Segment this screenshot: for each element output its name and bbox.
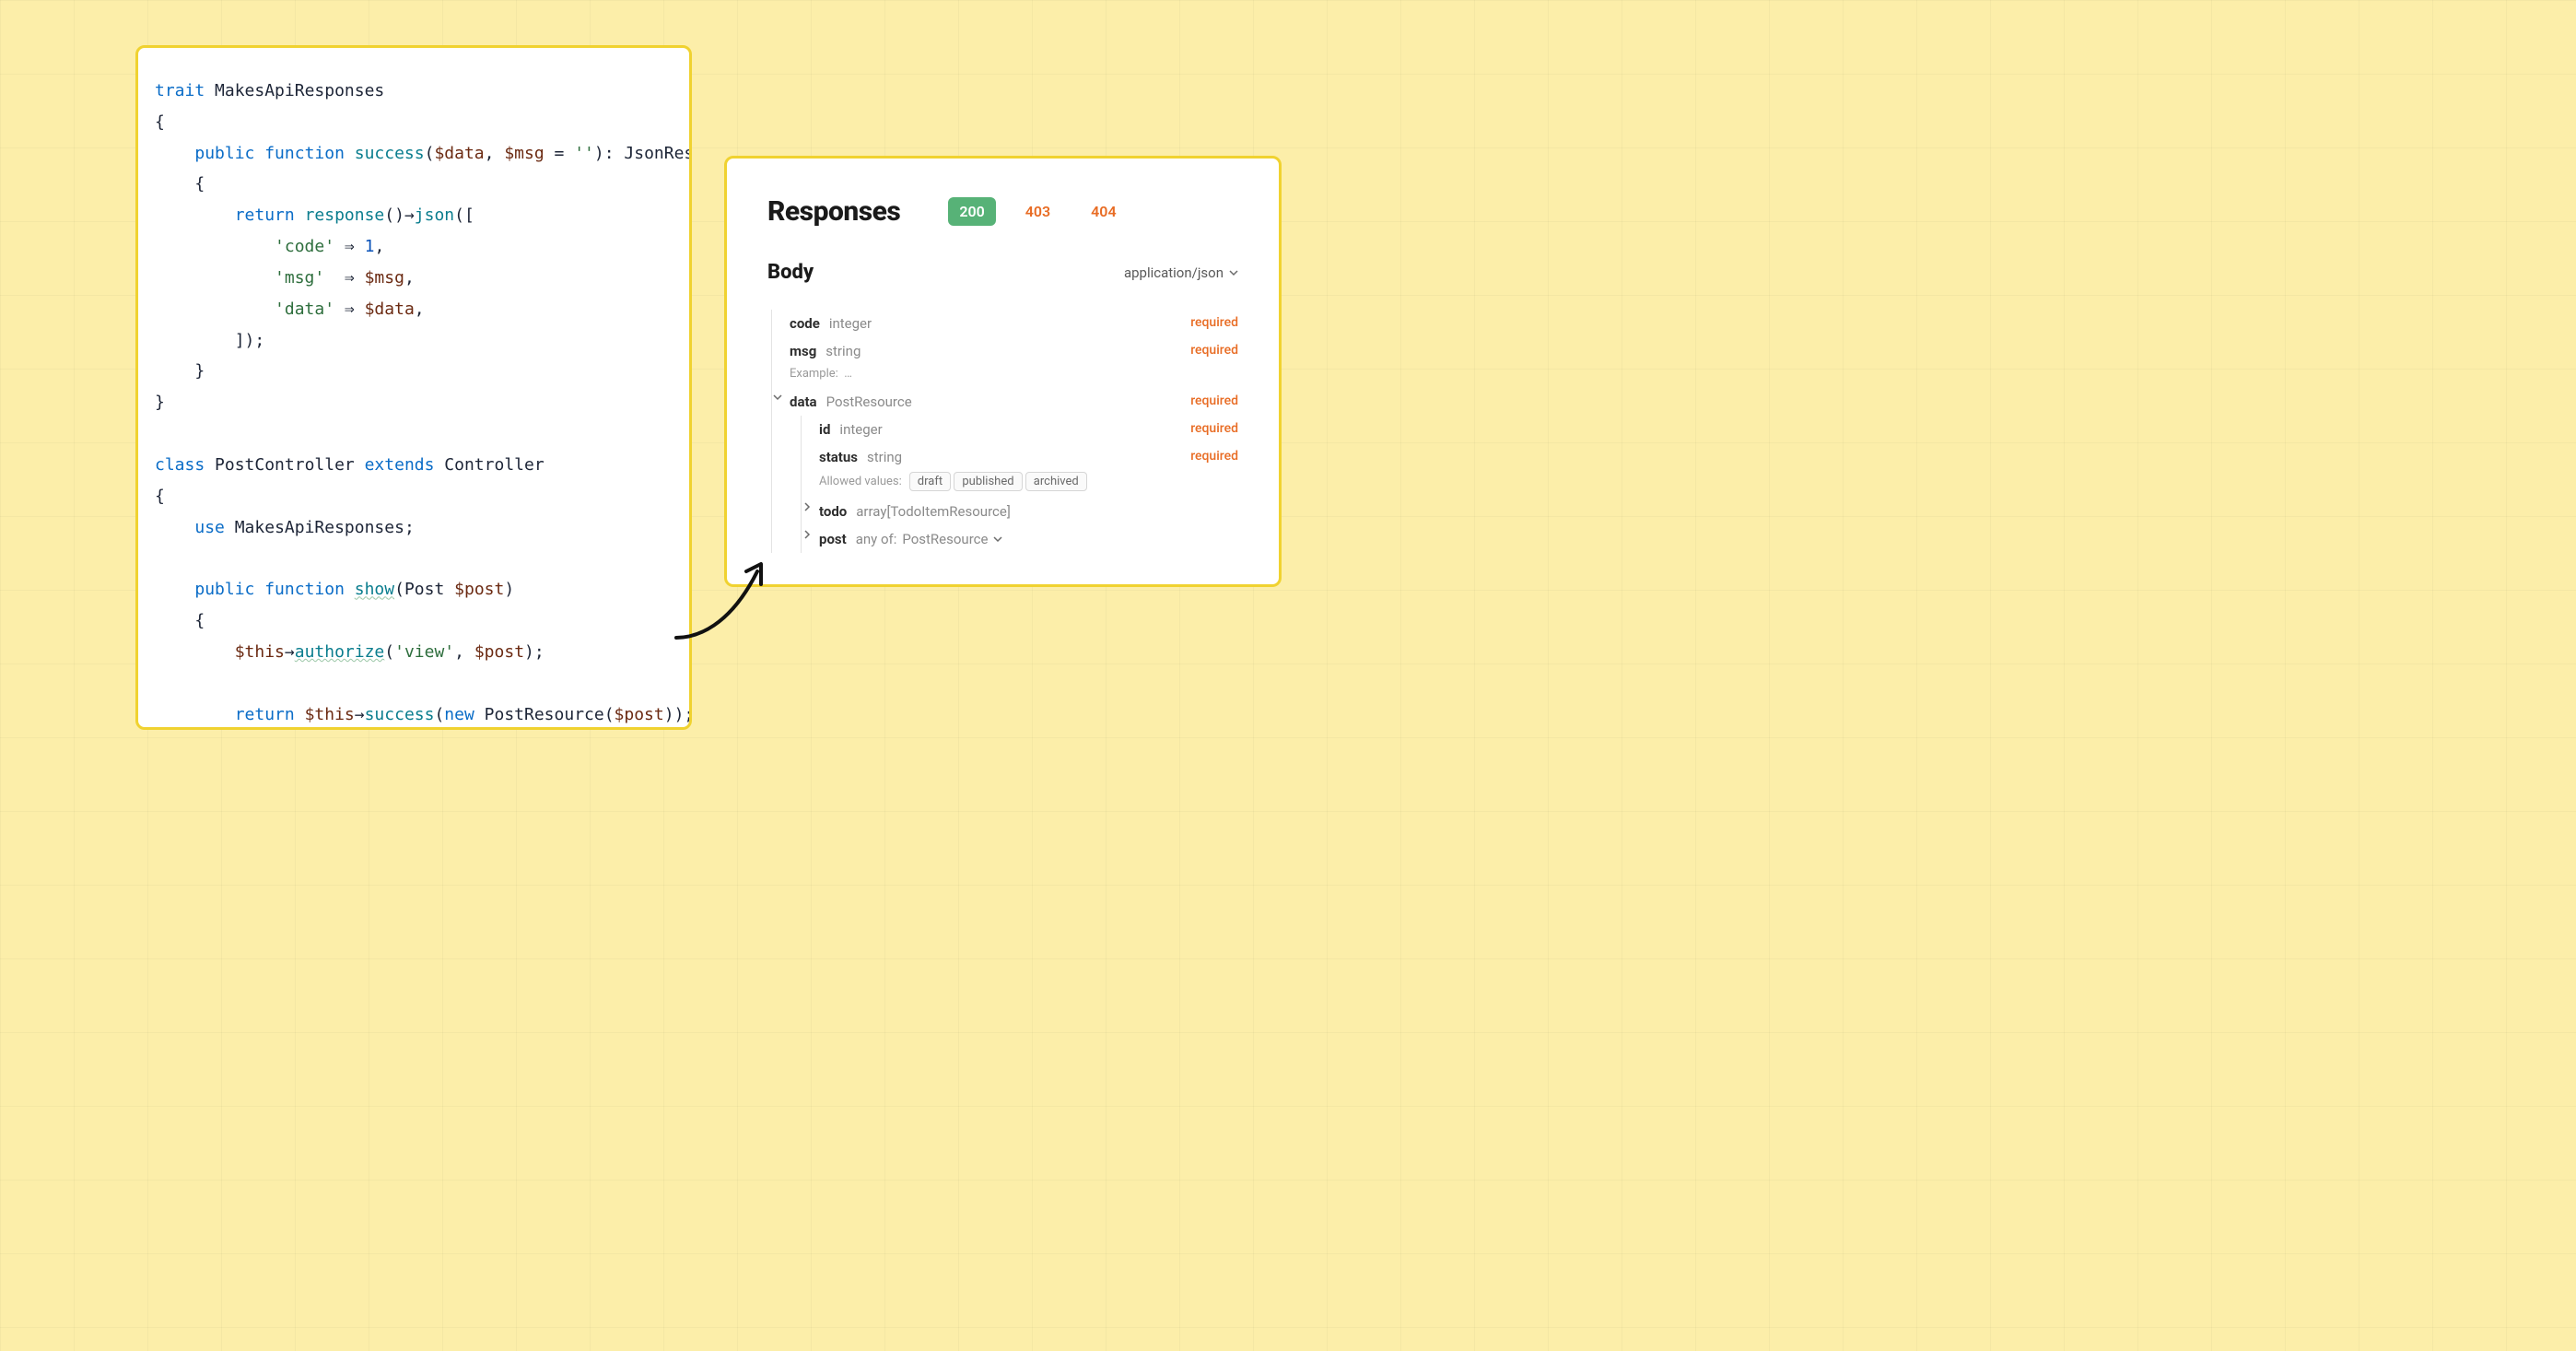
- required-badge: required: [1190, 343, 1238, 358]
- allowed-values-row: Allowed values: draft published archived: [767, 475, 1238, 488]
- schema-field-msg: msg string required: [767, 337, 1238, 365]
- field-name: id: [819, 421, 830, 438]
- status-tab-404[interactable]: 404: [1080, 197, 1127, 226]
- field-name: data: [790, 394, 817, 410]
- field-name: code: [790, 315, 820, 332]
- allowed-value-pill: draft: [909, 472, 951, 491]
- field-type: integer: [839, 421, 882, 438]
- status-tab-403[interactable]: 403: [1014, 197, 1061, 226]
- field-type: PostResource: [826, 394, 912, 410]
- chevron-down-icon[interactable]: [771, 392, 784, 405]
- code-editor-panel: trait MakesApiResponses { public functio…: [135, 45, 692, 730]
- example-row: Example: …: [767, 367, 1238, 381]
- schema-field-todo[interactable]: todo array[TodoItemResource]: [767, 498, 1238, 525]
- body-title: Body: [767, 261, 814, 284]
- content-type-selector[interactable]: application/json: [1124, 264, 1238, 281]
- status-code-tabs: 200 403 404: [948, 197, 1127, 226]
- responses-title: Responses: [767, 195, 900, 228]
- required-badge: required: [1190, 315, 1238, 330]
- required-badge: required: [1190, 449, 1238, 464]
- code-block: trait MakesApiResponses { public functio…: [155, 76, 673, 730]
- schema-field-id: id integer required: [767, 416, 1238, 443]
- responses-panel: Responses 200 403 404 Body application/jso…: [724, 156, 1282, 587]
- field-type: string: [867, 449, 902, 465]
- field-type: array[TodoItemResource]: [856, 503, 1011, 520]
- field-name: post: [819, 531, 847, 547]
- required-badge: required: [1190, 394, 1238, 408]
- field-name: status: [819, 449, 858, 465]
- chevron-down-icon: [993, 535, 1002, 544]
- chevron-right-icon[interactable]: [801, 529, 814, 543]
- chevron-down-icon: [1229, 268, 1238, 277]
- schema-field-post[interactable]: post any of: PostResource: [767, 525, 1238, 553]
- schema-tree: code integer required msg string require…: [767, 310, 1238, 553]
- schema-field-status: status string required: [767, 443, 1238, 471]
- required-badge: required: [1190, 421, 1238, 436]
- allowed-value-pill: published: [954, 472, 1022, 491]
- content-type-label: application/json: [1124, 264, 1224, 281]
- allowed-value-pill: archived: [1025, 472, 1087, 491]
- chevron-right-icon[interactable]: [801, 501, 814, 515]
- anyof-selector[interactable]: any of: PostResource: [856, 531, 1003, 547]
- field-name: msg: [790, 343, 816, 359]
- schema-field-data[interactable]: data PostResource required: [767, 388, 1238, 416]
- field-name: todo: [819, 503, 847, 520]
- schema-field-code: code integer required: [767, 310, 1238, 337]
- status-tab-200[interactable]: 200: [948, 197, 995, 226]
- field-type: integer: [829, 315, 872, 332]
- field-type: string: [825, 343, 861, 359]
